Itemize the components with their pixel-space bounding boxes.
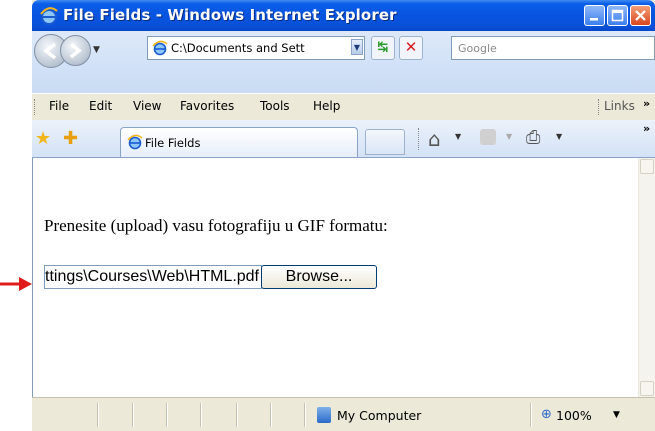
upload-prompt: Prenesite (upload) vasu fotografiju u GI… [44, 216, 388, 235]
refresh-icon: ↹ [377, 40, 389, 55]
history-dropdown-icon[interactable]: ▼ [93, 45, 100, 55]
address-text: C:\Documents and Sett [171, 41, 305, 55]
status-segment [132, 403, 134, 427]
status-segment [270, 403, 272, 427]
minimize-button[interactable] [584, 5, 605, 26]
ie-page-icon [127, 134, 143, 150]
scroll-up-button[interactable] [640, 159, 654, 174]
links-overflow-icon[interactable]: » [643, 97, 650, 110]
scroll-down-button[interactable] [640, 381, 654, 396]
maximize-icon [611, 9, 624, 22]
minimize-icon [590, 18, 598, 21]
ie-page-icon [152, 40, 168, 56]
close-icon [635, 10, 646, 21]
links-toolbar[interactable]: Links [604, 99, 635, 113]
menu-view[interactable]: View [133, 99, 161, 113]
zoom-level[interactable]: 100% [556, 408, 592, 423]
tab-label: File Fields [145, 136, 201, 150]
ie-logo-icon [40, 7, 58, 25]
zoom-icon: ⊕ [541, 407, 552, 422]
home-icon[interactable]: ⌂ [428, 127, 441, 151]
search-placeholder: Google [458, 42, 497, 55]
file-path-input[interactable]: C:\Documents and Settings\Courses\Web\HT… [44, 265, 262, 289]
forward-arrow-icon [69, 42, 82, 59]
status-segment [166, 403, 168, 427]
forward-button[interactable] [60, 35, 91, 66]
close-button[interactable] [630, 5, 651, 26]
home-dropdown-icon[interactable]: ▼ [455, 132, 461, 141]
vertical-scrollbar[interactable] [638, 158, 655, 397]
status-segment [304, 403, 306, 427]
navigation-bar: ▼ C:\Documents and Sett ▼ ↹ ✕ Google [32, 31, 655, 93]
command-bar-grip[interactable] [418, 128, 419, 150]
menu-edit[interactable]: Edit [89, 99, 112, 113]
feeds-icon[interactable] [480, 129, 496, 145]
window-title: File Fields - Windows Internet Explorer [63, 6, 397, 24]
address-dropdown-icon[interactable]: ▼ [351, 39, 363, 55]
file-path-value: C:\Documents and Settings\Courses\Web\HT… [44, 268, 259, 285]
refresh-button[interactable]: ↹ [371, 36, 395, 60]
feeds-dropdown-icon[interactable]: ▼ [506, 132, 512, 141]
status-segment [236, 403, 238, 427]
links-grip[interactable] [598, 99, 599, 115]
status-bar: My Computer ⊕ 100% ▼ [32, 397, 655, 431]
add-favorites-icon[interactable]: ✚ [63, 128, 78, 149]
status-segment [97, 403, 99, 427]
menu-bar: File Edit View Favorites Tools Help Link… [32, 93, 655, 121]
print-icon[interactable]: ⎙ [526, 127, 540, 148]
menu-grip[interactable] [34, 99, 35, 115]
security-zone[interactable]: My Computer [337, 408, 421, 423]
search-input[interactable]: Google [451, 36, 655, 60]
favorites-center-icon[interactable]: ★ [35, 128, 51, 149]
toolbar-overflow-icon[interactable]: » [643, 122, 650, 135]
title-bar[interactable]: File Fields - Windows Internet Explorer [32, 0, 655, 31]
stop-button[interactable]: ✕ [399, 36, 423, 60]
print-dropdown-icon[interactable]: ▼ [556, 132, 562, 141]
status-segment [530, 403, 532, 427]
menu-help[interactable]: Help [313, 99, 340, 113]
maximize-button[interactable] [607, 5, 628, 26]
computer-zone-icon [317, 407, 331, 423]
page-content: Prenesite (upload) vasu fotografiju u GI… [32, 158, 655, 397]
new-tab-button[interactable] [365, 129, 405, 155]
zoom-dropdown-icon[interactable]: ▼ [613, 410, 620, 420]
status-segment [200, 403, 202, 427]
tab-file-fields[interactable]: File Fields [120, 127, 358, 157]
browser-window: File Fields - Windows Internet Explorer … [32, 0, 655, 431]
stop-icon: ✕ [404, 38, 418, 56]
tab-bar: ★ ✚ File Fields ⌂ ▼ ▼ ⎙ ▼ » [32, 120, 655, 158]
address-bar[interactable]: C:\Documents and Sett [147, 36, 365, 60]
menu-file[interactable]: File [49, 99, 69, 113]
menu-tools[interactable]: Tools [260, 99, 290, 113]
pointer-arrow [0, 277, 32, 291]
browse-button[interactable]: Browse... [261, 265, 377, 289]
menu-favorites[interactable]: Favorites [180, 99, 234, 113]
